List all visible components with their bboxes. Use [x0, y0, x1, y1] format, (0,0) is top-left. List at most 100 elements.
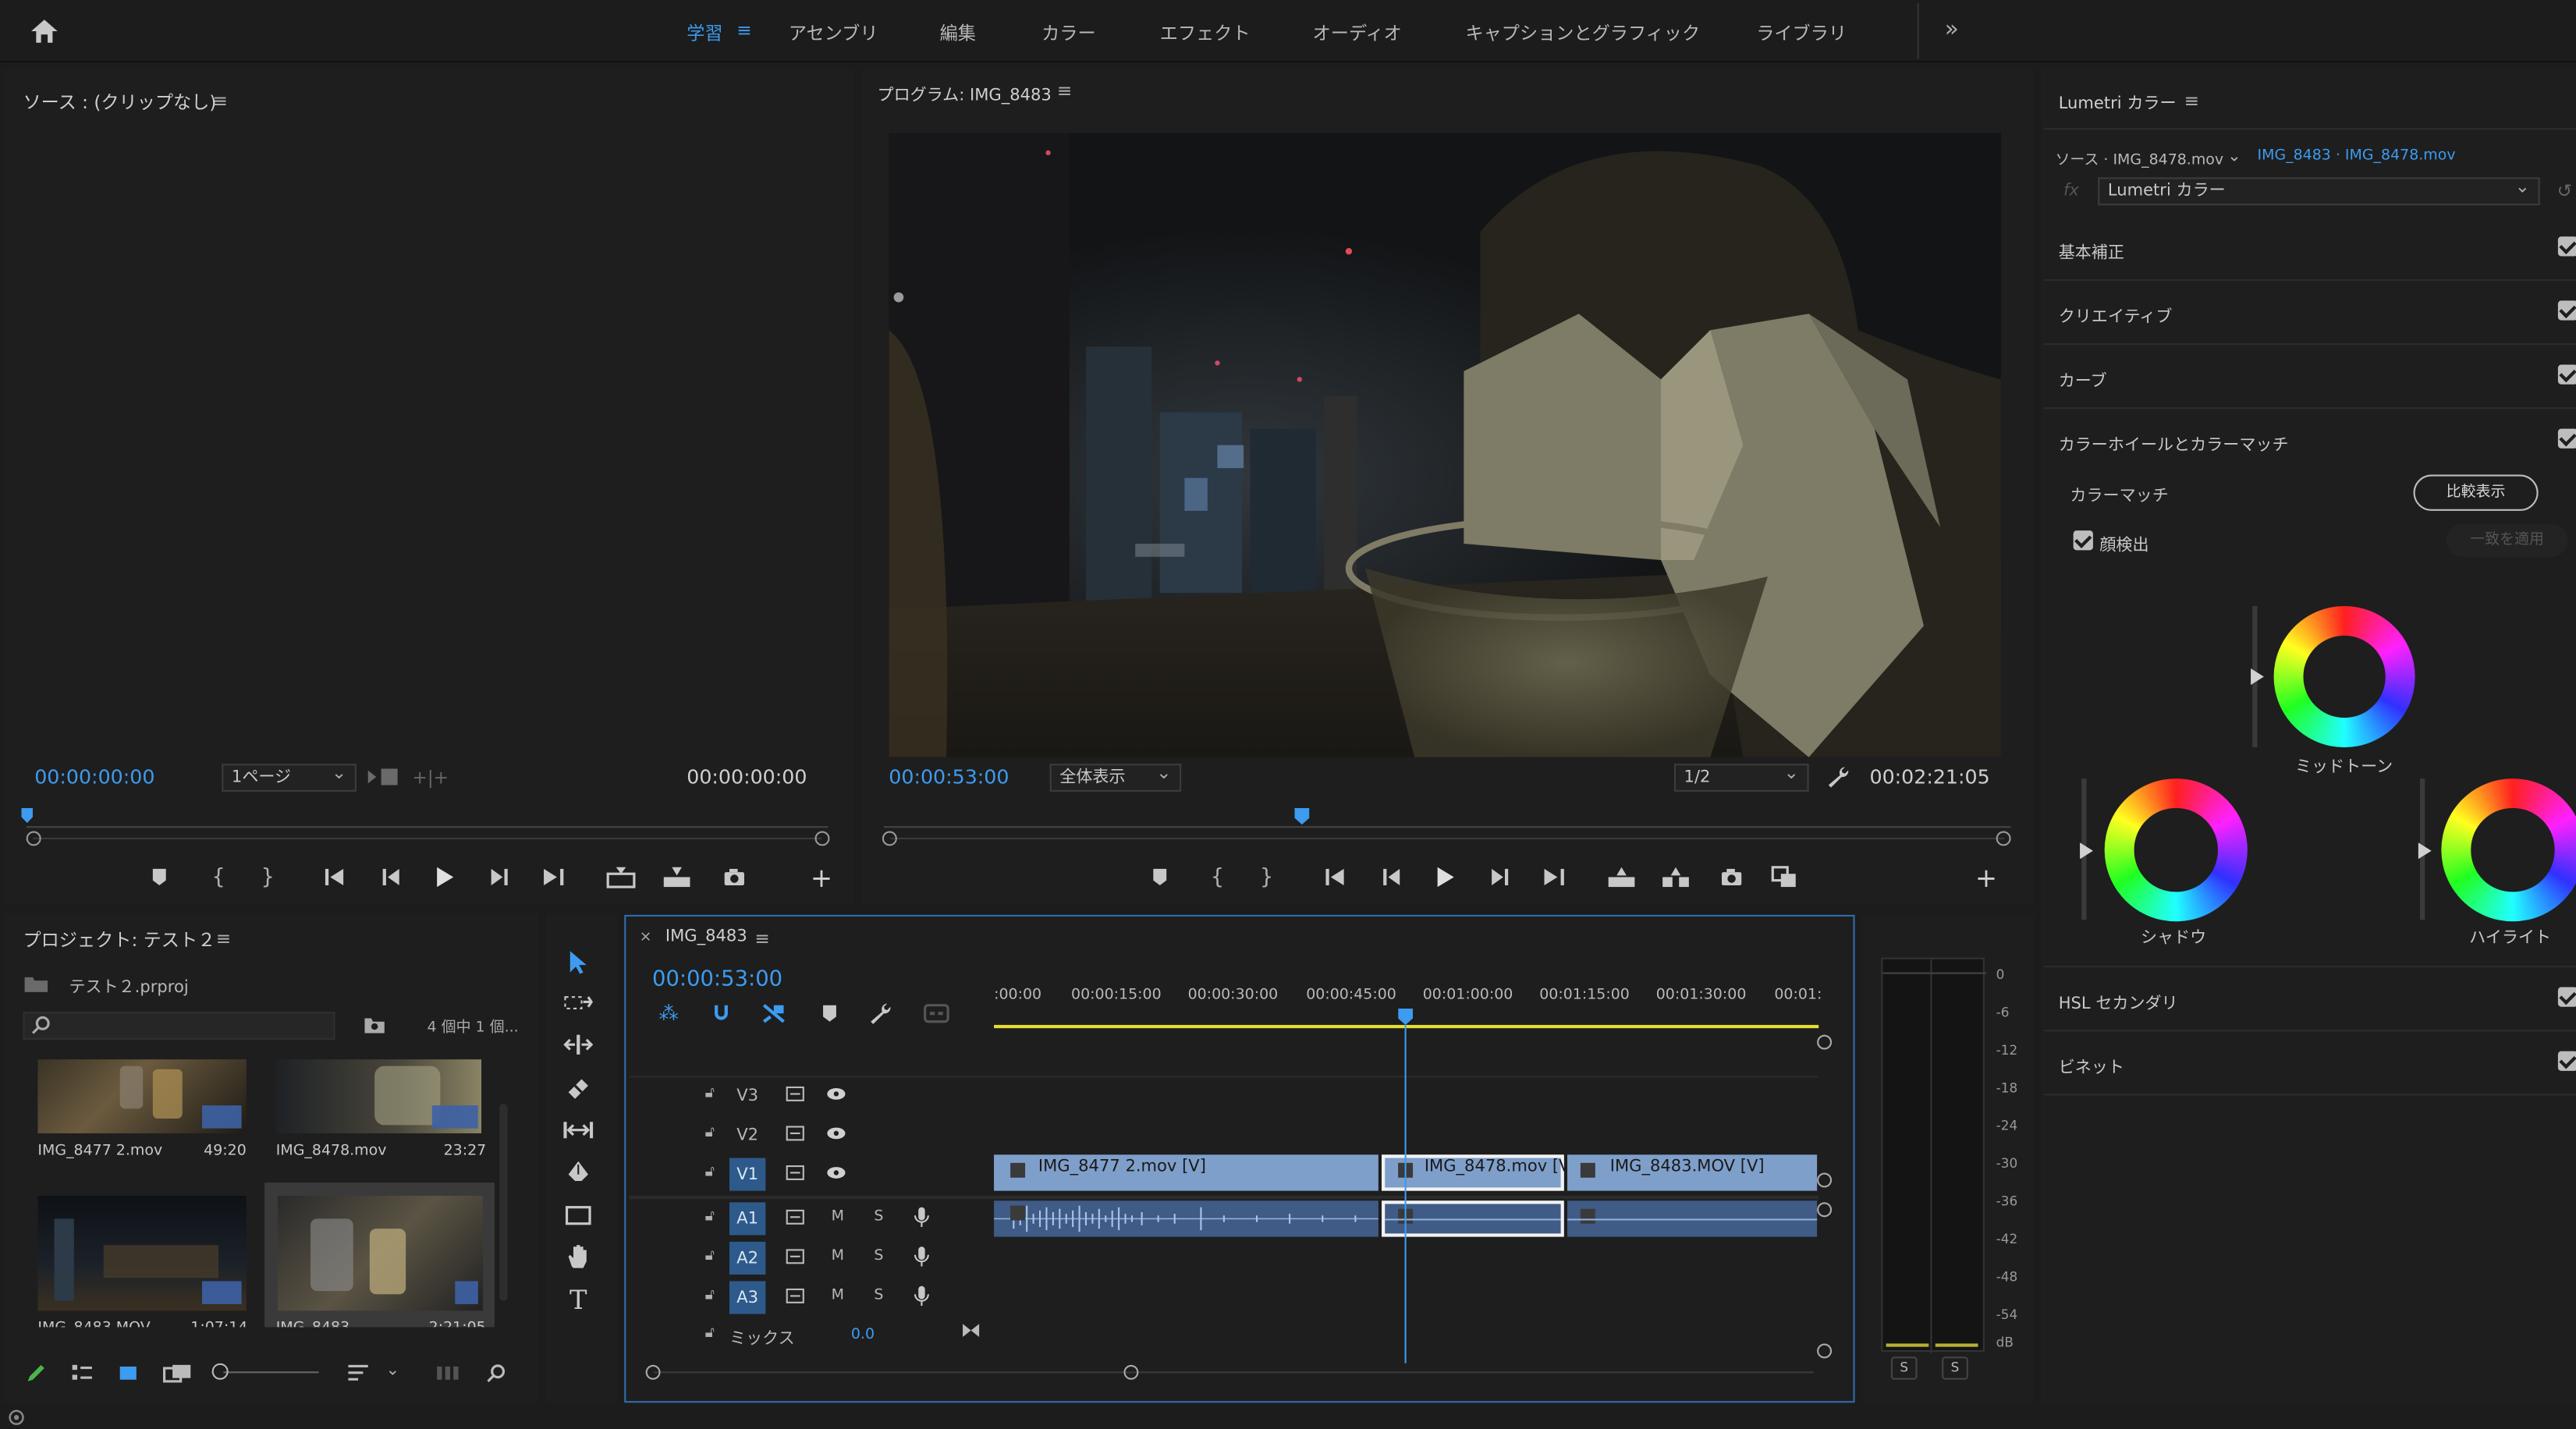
lumetri-sequence-label[interactable]: IMG_8483 · IMG_8478.mov — [2258, 148, 2456, 165]
eye-icon[interactable] — [825, 1163, 847, 1183]
program-time-ruler[interactable] — [883, 808, 2011, 828]
icon-view-icon[interactable] — [115, 1360, 141, 1387]
track-label-v2[interactable]: V2 — [729, 1119, 765, 1151]
lock-icon[interactable]: 🔓︎ — [700, 1084, 719, 1104]
timeline-ruler[interactable]: :00:00 00:00:15:00 00:00:30:00 00:00:45:… — [994, 982, 1823, 1031]
sync-lock-icon[interactable] — [784, 1207, 807, 1227]
section-creative[interactable]: クリエイティブ — [2043, 281, 2576, 346]
track-label-a1[interactable]: A1 — [729, 1202, 766, 1236]
section-creative-checkbox[interactable] — [2557, 300, 2576, 321]
mute-button[interactable]: M — [832, 1248, 844, 1264]
step-forward-icon[interactable] — [486, 864, 513, 891]
hand-tool-icon[interactable] — [560, 1239, 596, 1275]
highlights-color-wheel[interactable] — [2441, 778, 2576, 922]
workspace-menu-icon[interactable]: ≡ — [734, 19, 754, 40]
clip-video-1[interactable]: IMG_8478.mov [V] — [1382, 1154, 1577, 1191]
pencil-icon[interactable] — [23, 1360, 49, 1387]
program-timecode[interactable]: 00:00:53:00 — [889, 765, 1009, 788]
program-step-back-icon[interactable] — [1378, 864, 1405, 891]
program-go-to-out-icon[interactable] — [1539, 864, 1569, 891]
section-basic-correction[interactable]: 基本補正 — [2043, 217, 2576, 282]
sort-dropdown-icon[interactable]: ⌄ — [385, 1356, 401, 1383]
pen-tool-icon[interactable] — [560, 1154, 596, 1190]
program-export-frame-icon[interactable] — [1717, 864, 1747, 891]
source-page-select[interactable]: 1ページ — [222, 761, 357, 792]
clip-video-0[interactable]: IMG_8477 2.mov [V] — [994, 1154, 1378, 1191]
track-label-v3[interactable]: V3 — [729, 1079, 765, 1112]
program-play-icon[interactable] — [1431, 862, 1460, 892]
timeline-v-scroll-handle-2[interactable] — [1817, 1202, 1833, 1218]
snap-magnet-icon[interactable] — [708, 1000, 735, 1027]
mark-out-icon[interactable]: } — [257, 862, 279, 892]
nest-icon[interactable]: ⁂ — [655, 1000, 682, 1027]
ripple-edit-tool-icon[interactable] — [560, 1027, 596, 1062]
razor-tool-icon[interactable] — [560, 1069, 596, 1105]
go-to-in-icon[interactable] — [322, 864, 352, 891]
lock-icon[interactable]: 🔓︎ — [700, 1286, 719, 1306]
program-video-frame[interactable] — [889, 133, 2001, 757]
project-menu-icon[interactable]: ≡ — [214, 927, 233, 949]
timeline-v-scroll-handle-3[interactable] — [1817, 1343, 1833, 1359]
mute-button[interactable]: M — [832, 1288, 844, 1304]
tab-libraries[interactable]: ライブラリ — [1756, 20, 1847, 46]
mute-button[interactable]: M — [832, 1209, 844, 1225]
clip-audio-1[interactable] — [1382, 1200, 1564, 1237]
add-marker-icon[interactable] — [148, 866, 171, 888]
eye-icon[interactable] — [825, 1084, 847, 1104]
tab-effects[interactable]: エフェクト — [1160, 20, 1251, 46]
project-scrollbar[interactable] — [499, 1104, 508, 1301]
compare-view-button[interactable]: 比較表示 — [2413, 474, 2539, 511]
solo-button[interactable]: S — [874, 1209, 883, 1225]
captions-icon[interactable] — [921, 1000, 951, 1027]
program-panel-menu-icon[interactable]: ≡ — [1055, 80, 1074, 101]
project-item-3[interactable]: IMG_8483 2:21:05 — [264, 1183, 495, 1328]
tab-audio[interactable]: オーディオ — [1313, 20, 1402, 46]
tab-captions-graphics[interactable]: キャプションとグラフィック — [1465, 20, 1700, 46]
lock-icon[interactable]: 🔓︎ — [700, 1207, 719, 1227]
section-vignette-checkbox[interactable] — [2557, 1051, 2576, 1071]
step-back-icon[interactable] — [378, 864, 404, 891]
timeline-h-scroll-right[interactable] — [1123, 1364, 1139, 1380]
extract-icon[interactable] — [1659, 864, 1692, 891]
lock-icon[interactable]: 🔓︎ — [700, 1324, 719, 1343]
shadows-slider-handle[interactable] — [2080, 842, 2093, 860]
tab-color[interactable]: カラー — [1041, 20, 1095, 46]
highlights-slider-handle[interactable] — [2418, 842, 2432, 860]
slip-tool-icon[interactable] — [560, 1112, 596, 1148]
tab-edit[interactable]: 編集 — [940, 20, 976, 46]
source-time-ruler[interactable] — [26, 808, 829, 828]
automate-to-sequence-icon[interactable] — [434, 1360, 463, 1387]
timeline-timecode[interactable]: 00:00:53:00 — [652, 967, 782, 992]
go-to-edit-point-icon[interactable] — [960, 1321, 982, 1340]
type-tool-icon[interactable]: T — [560, 1281, 596, 1317]
project-item-1[interactable]: IMG_8478.mov 23:27 — [264, 1059, 495, 1174]
lift-icon[interactable] — [1605, 864, 1637, 891]
clip-audio-0[interactable] — [994, 1200, 1378, 1237]
program-button-editor-icon[interactable]: + — [1973, 861, 1999, 892]
midtones-color-wheel[interactable] — [2273, 606, 2415, 748]
timeline-playhead-line[interactable] — [1404, 1024, 1407, 1363]
sync-lock-icon[interactable] — [784, 1163, 807, 1183]
program-zoom-handle-right[interactable] — [1996, 831, 2011, 846]
section-curves[interactable]: カーブ — [2043, 345, 2576, 410]
lock-icon[interactable]: 🔓︎ — [700, 1163, 719, 1183]
lock-icon[interactable]: 🔓︎ — [700, 1246, 719, 1266]
timeline-menu-icon[interactable]: ≡ — [753, 927, 772, 949]
comparison-view-icon[interactable] — [1769, 864, 1799, 891]
project-item-0[interactable]: IMG_8477 2.mov 49:20 — [27, 1059, 247, 1174]
freeform-view-icon[interactable] — [161, 1360, 193, 1387]
program-mark-out-icon[interactable]: } — [1255, 862, 1278, 892]
project-item-2[interactable]: IMG_8483.MOV 1:07:14 — [27, 1186, 247, 1327]
settings-wrench-icon[interactable] — [1826, 764, 1852, 790]
timeline-h-scrollbar[interactable] — [654, 1371, 1814, 1374]
eye-icon[interactable] — [825, 1123, 847, 1143]
clip-video-2[interactable]: IMG_8483.MOV [V] — [1567, 1154, 1818, 1191]
list-view-icon[interactable] — [69, 1360, 95, 1387]
sync-lock-icon[interactable] — [784, 1246, 807, 1266]
timeline-v-scroll-handle[interactable] — [1817, 1172, 1833, 1188]
track-select-tool-icon[interactable] — [560, 985, 596, 1021]
timeline-marker-icon[interactable] — [817, 1000, 843, 1027]
source-expand-icon[interactable]: +|+ — [412, 764, 449, 790]
section-vignette[interactable]: ビネット — [2043, 1031, 2576, 1096]
timeline-settings-icon[interactable] — [868, 1000, 894, 1027]
